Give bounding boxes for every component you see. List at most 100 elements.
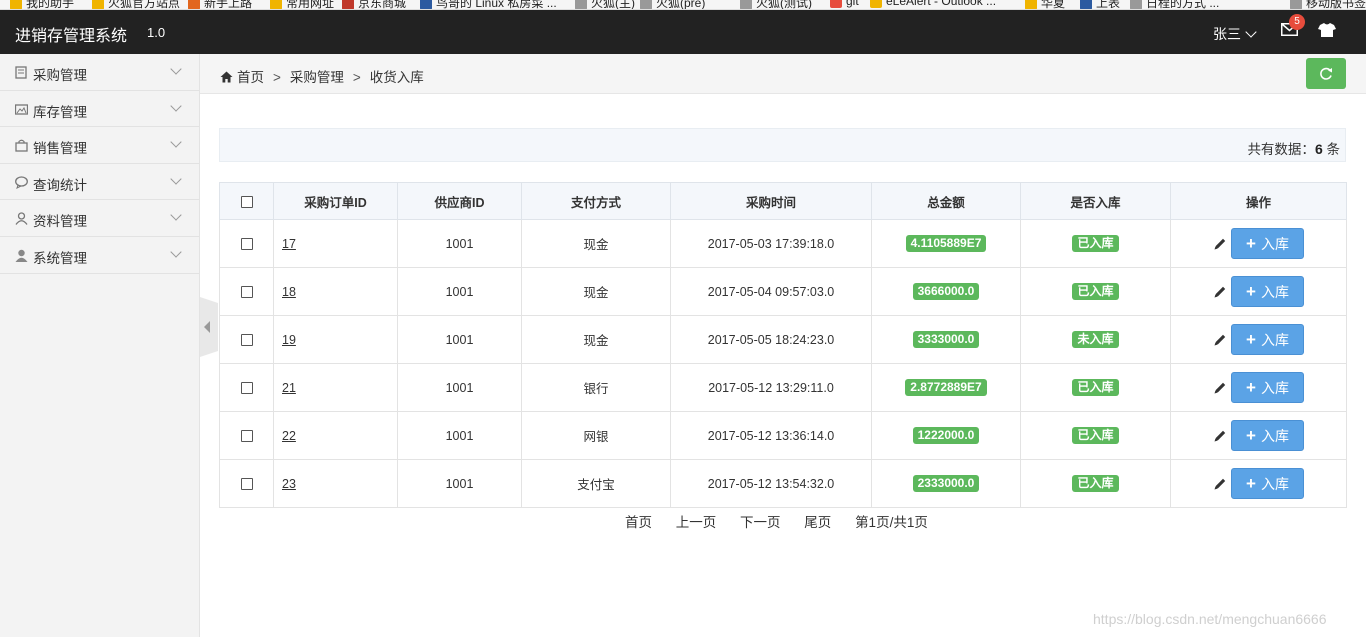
actions-cell: + 入库 — [1170, 267, 1347, 316]
pencil-icon[interactable] — [1213, 381, 1227, 395]
pencil-icon[interactable] — [1213, 333, 1227, 347]
pager-first[interactable]: 首页 — [625, 515, 652, 530]
user-menu[interactable]: 张三 — [1213, 24, 1257, 44]
refresh-button[interactable] — [1306, 58, 1346, 89]
pencil-icon[interactable] — [1213, 285, 1227, 299]
bookmark-label: 鸟哥的 Linux 私房菜 ... — [436, 0, 557, 10]
sidebar-item-sales[interactable]: 销售管理 — [0, 127, 199, 164]
sidebar-item-system[interactable]: 系统管理 — [0, 237, 199, 274]
row-checkbox[interactable] — [240, 286, 253, 299]
actions-cell: + 入库 — [1170, 363, 1347, 412]
header-payment-method: 支付方式 — [521, 182, 671, 220]
total-amount-cell: 4.1105889E7 — [871, 219, 1021, 268]
payment-method-cell: 现金 — [521, 315, 671, 364]
table-row: 23 1001 支付宝 2017-05-12 13:54:32.0 2333000.0 已… — [219, 459, 1347, 508]
breadcrumb-home-link[interactable]: 首页 — [237, 70, 264, 85]
sidebar: 采购管理 库存管理 销售管理 查询统计 资料管理 系统管理 — [0, 54, 200, 637]
stock-in-label: 入库 — [1260, 476, 1289, 492]
bookmark-item[interactable]: 上表 — [1080, 0, 1120, 9]
breadcrumb-purchase-link[interactable]: 采购管理 — [290, 70, 344, 85]
row-checkbox[interactable] — [240, 334, 253, 347]
sidebar-collapse-toggle[interactable] — [200, 297, 218, 357]
table-row: 18 1001 现金 2017-05-04 09:57:03.0 3666000.0 已入… — [219, 267, 1347, 316]
amount-badge: 3666000.0 — [912, 283, 980, 300]
sidebar-item-purchase[interactable]: 采购管理 — [0, 54, 199, 91]
bookmark-label: 我的助手 — [26, 0, 75, 10]
status-badge: 已入库 — [1072, 283, 1119, 300]
header-supplier-id: 供应商ID — [397, 182, 522, 220]
bookmark-item[interactable]: git — [830, 0, 859, 8]
bookmark-label: 火狐官方站点 — [108, 0, 181, 10]
plus-icon: + — [1246, 378, 1256, 397]
row-checkbox[interactable] — [240, 430, 253, 443]
pager-last[interactable]: 尾页 — [804, 515, 831, 530]
amount-badge: 2.8772889E7 — [905, 379, 987, 396]
bookmark-item[interactable]: 火狐(主) — [575, 0, 635, 9]
bookmark-item[interactable]: 京东商城 — [342, 0, 406, 9]
sidebar-item-data[interactable]: 资料管理 — [0, 200, 199, 237]
stock-in-button[interactable]: + 入库 — [1231, 276, 1304, 307]
header-total-amount: 总金额 — [871, 182, 1021, 220]
bookmark-item[interactable]: 火狐(测试) — [740, 0, 812, 9]
pencil-icon[interactable] — [1213, 237, 1227, 251]
row-checkbox[interactable] — [240, 238, 253, 251]
bookmark-item[interactable]: 鸟哥的 Linux 私房菜 ... — [420, 0, 557, 10]
top-navbar: 进销存管理系统 1.0 张三 5 — [0, 10, 1366, 54]
bookmark-item[interactable]: eLeAlert - Outlook ... — [870, 0, 996, 8]
bookmark-item[interactable]: 火狐(pre) — [640, 0, 705, 9]
breadcrumb-separator: > — [273, 70, 281, 85]
bookmark-label: 新手上路 — [204, 0, 253, 10]
chevron-down-icon — [170, 63, 182, 75]
app-brand[interactable]: 进销存管理系统 — [15, 22, 127, 46]
bookmark-icon — [420, 0, 432, 9]
stock-in-label: 入库 — [1260, 284, 1289, 300]
bookmark-item[interactable]: 火狐官方站点 — [92, 0, 181, 10]
supplier-id-cell: 1001 — [397, 267, 522, 316]
row-select-cell — [219, 315, 274, 364]
stock-in-button[interactable]: + 入库 — [1231, 372, 1304, 403]
sidebar-item-label: 库存管理 — [33, 104, 87, 120]
table-body: 17 1001 现金 2017-05-03 17:39:18.0 4.1105889E7… — [219, 219, 1347, 508]
bookmark-item[interactable]: 华夏 — [1025, 0, 1066, 10]
bookmark-item[interactable]: 新手上路 — [188, 0, 253, 10]
record-count-text: 共有数据：6 条 — [1247, 138, 1340, 158]
actions-cell: + 入库 — [1170, 219, 1347, 268]
supplier-id-cell: 1001 — [397, 411, 522, 460]
plus-icon: + — [1246, 282, 1256, 301]
stock-in-button[interactable]: + 入库 — [1231, 420, 1304, 451]
pencil-icon[interactable] — [1213, 477, 1227, 491]
sidebar-item-inventory[interactable]: 库存管理 — [0, 91, 199, 128]
order-id-link[interactable]: 21 — [282, 381, 296, 395]
pencil-icon[interactable] — [1213, 429, 1227, 443]
stock-in-button[interactable]: + 入库 — [1231, 228, 1304, 259]
bookmark-item[interactable]: 常用网址 — [270, 0, 334, 9]
order-id-link[interactable]: 19 — [282, 333, 296, 347]
pager-next[interactable]: 下一页 — [740, 515, 781, 530]
row-checkbox[interactable] — [240, 478, 253, 491]
record-count-prefix: 共有数据： — [1247, 142, 1315, 157]
stock-in-label: 入库 — [1260, 236, 1289, 252]
order-id-link[interactable]: 18 — [282, 285, 296, 299]
table-row: 22 1001 网银 2017-05-12 13:36:14.0 1222000.0 已入… — [219, 411, 1347, 460]
stock-in-button[interactable]: + 入库 — [1231, 468, 1304, 499]
order-id-link[interactable]: 23 — [282, 477, 296, 491]
status-badge: 已入库 — [1072, 235, 1119, 252]
bookmark-icon — [342, 0, 354, 9]
total-amount-cell: 2.8772889E7 — [871, 363, 1021, 412]
bookmark-item[interactable]: 我的助手 — [10, 0, 75, 10]
tshirt-icon[interactable] — [1318, 22, 1336, 38]
row-checkbox[interactable] — [240, 382, 253, 395]
bookmark-item[interactable]: 日程的方式 ... — [1130, 0, 1219, 9]
sidebar-item-query[interactable]: 查询统计 — [0, 164, 199, 201]
row-select-cell — [219, 411, 274, 460]
sidebar-item-label: 资料管理 — [33, 214, 87, 230]
pager-prev[interactable]: 上一页 — [676, 515, 717, 530]
stock-in-button[interactable]: + 入库 — [1231, 324, 1304, 355]
select-all-checkbox[interactable] — [240, 195, 253, 208]
bookmark-label: 华夏 — [1041, 0, 1066, 10]
bookmark-item[interactable]: 移动版书签 — [1290, 0, 1366, 9]
order-id-link[interactable]: 17 — [282, 237, 296, 251]
order-id-link[interactable]: 22 — [282, 429, 296, 443]
purchase-time-cell: 2017-05-12 13:29:11.0 — [670, 363, 872, 412]
payment-method-cell: 支付宝 — [521, 459, 671, 508]
